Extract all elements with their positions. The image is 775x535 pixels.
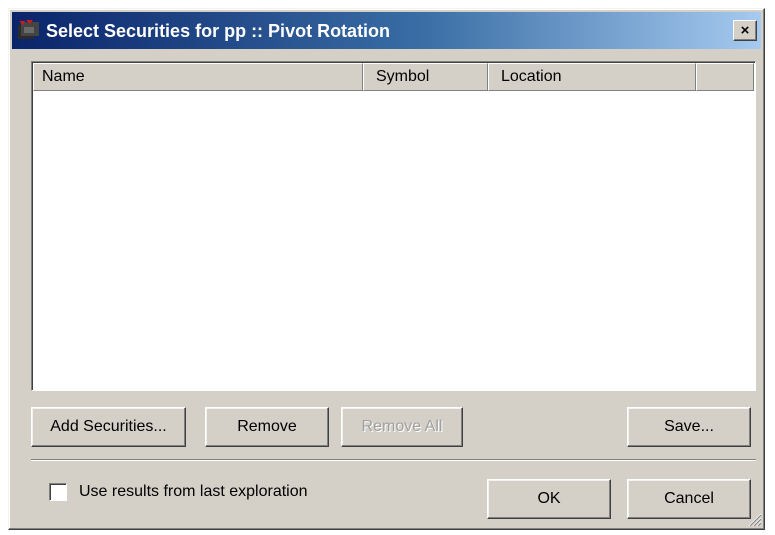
select-securities-dialog: Select Securities for pp :: Pivot Rotati… xyxy=(8,8,765,530)
window-title: Select Securities for pp :: Pivot Rotati… xyxy=(46,21,391,41)
use-last-results-option[interactable]: Use results from last exploration xyxy=(49,483,308,501)
separator xyxy=(31,459,756,461)
column-header-name[interactable]: Name xyxy=(33,63,363,91)
close-icon: × xyxy=(740,22,750,39)
column-header-location[interactable]: Location xyxy=(488,63,696,91)
column-header-extra[interactable] xyxy=(696,63,754,91)
securities-list[interactable]: Name Symbol Location xyxy=(31,61,756,391)
column-header-symbol[interactable]: Symbol xyxy=(363,63,488,91)
title-bar[interactable]: Select Securities for pp :: Pivot Rotati… xyxy=(12,12,761,49)
add-securities-button[interactable]: Add Securities... xyxy=(31,407,186,447)
cancel-button[interactable]: Cancel xyxy=(627,479,751,519)
ok-button[interactable]: OK xyxy=(487,479,611,519)
save-button[interactable]: Save... xyxy=(627,407,751,447)
app-logo-icon xyxy=(17,19,43,41)
use-last-results-label: Use results from last exploration xyxy=(79,483,308,500)
use-last-results-checkbox[interactable] xyxy=(49,483,67,501)
resize-grip-icon[interactable] xyxy=(748,513,762,527)
close-button[interactable]: × xyxy=(733,20,757,41)
remove-all-button[interactable]: Remove All xyxy=(341,407,463,447)
remove-button[interactable]: Remove xyxy=(205,407,329,447)
list-header: Name Symbol Location xyxy=(33,63,754,91)
